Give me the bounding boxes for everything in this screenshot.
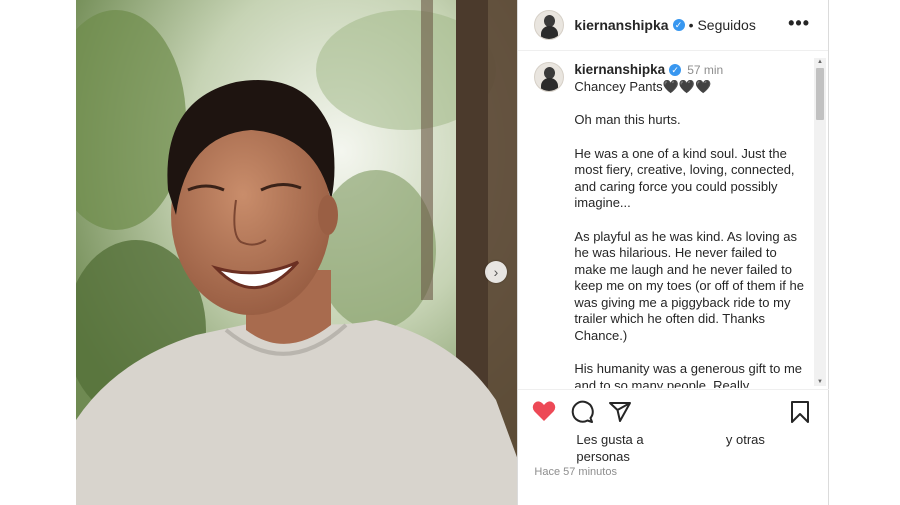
caption-username[interactable]: kiernanshipka [574, 62, 665, 79]
caption-time[interactable]: 57 min [687, 62, 723, 79]
avatar[interactable] [534, 10, 565, 40]
liker-name-redacted [647, 434, 723, 447]
action-bar [518, 389, 830, 432]
likes-line2: personas [576, 449, 630, 464]
bookmark-icon[interactable] [790, 400, 810, 429]
more-options-icon[interactable]: ••• [788, 13, 810, 34]
likes-summary[interactable]: Les gusta a y otras personas [576, 431, 806, 465]
instagram-post: › kiernanshipka ✓ • Seguidos ••• kiernan… [76, 0, 830, 505]
verified-badge-icon: ✓ [669, 64, 682, 77]
follow-status-button[interactable]: Seguidos [697, 17, 755, 33]
share-icon[interactable] [608, 400, 632, 429]
caption-scroll-area[interactable]: kiernanshipka ✓ 57 min Chancey Pants🖤🖤🖤 … [518, 52, 814, 388]
caption-paragraph: Chancey Pants🖤🖤🖤 [574, 78, 712, 94]
post-header: kiernanshipka ✓ • Seguidos ••• [518, 0, 828, 51]
caption: kiernanshipka ✓ 57 min Chancey Pants🖤🖤🖤 … [518, 52, 814, 388]
heart-icon[interactable] [532, 400, 556, 427]
post-photo[interactable]: › [76, 0, 518, 505]
caption-meta: kiernanshipka ✓ 57 min [574, 62, 806, 79]
verified-badge-icon: ✓ [672, 19, 685, 31]
photo-illustration [76, 0, 518, 505]
post-side-panel: kiernanshipka ✓ • Seguidos ••• kiernansh… [517, 0, 830, 505]
scrollbar-thumb[interactable] [816, 68, 824, 120]
post-timestamp[interactable]: Hace 57 minutos [534, 466, 617, 478]
caption-scrollbar[interactable]: ▲ ▼ [814, 58, 826, 386]
header-separator: • [688, 17, 694, 33]
next-photo-button[interactable]: › [485, 261, 507, 283]
caption-body: kiernanshipka ✓ 57 min Chancey Pants🖤🖤🖤 … [574, 62, 806, 388]
caption-paragraph: Oh man this hurts. [574, 112, 681, 127]
likes-suffix: y otras [725, 432, 765, 447]
caption-paragraph: As playful as he was kind. As loving as … [574, 228, 808, 343]
chevron-right-icon: › [493, 264, 499, 280]
caption-avatar[interactable] [534, 62, 565, 92]
likes-prefix: Les gusta a [576, 432, 644, 447]
scroll-up-icon[interactable]: ▲ [817, 59, 823, 65]
scroll-down-icon[interactable]: ▼ [817, 379, 823, 385]
caption-paragraph: He was a one of a kind soul. Just the mo… [574, 145, 799, 211]
comment-icon[interactable] [570, 400, 595, 429]
caption-paragraph: His humanity was a generous gift to me a… [574, 361, 806, 388]
header-username[interactable]: kiernanshipka [574, 17, 668, 33]
